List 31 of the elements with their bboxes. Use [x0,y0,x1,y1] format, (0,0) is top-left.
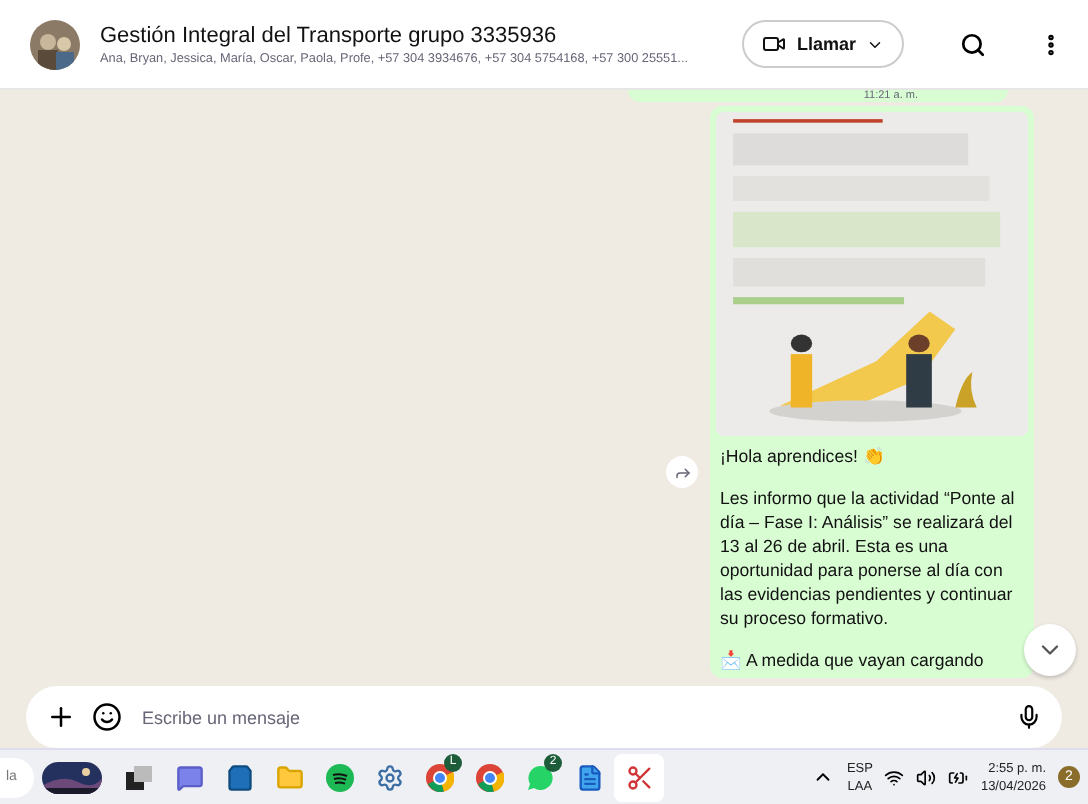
chat-icon [175,763,203,791]
chat-bubble-icon [525,763,553,791]
wifi-icon[interactable] [884,767,905,787]
browser-icon [425,763,453,791]
plus-icon[interactable] [46,702,76,732]
bag-icon [225,763,253,791]
folder-icon [275,763,303,791]
message-text: Les informo que la actividad “Ponte al día – Fase I: Análisis” se realizará del 13 al 26 de abril. Esta es una oportunidad para ponerse al día con las evidencias pendientes y continuar su proceso formativo. [718,486,1017,630]
scroll-down-button[interactable] [1024,624,1076,676]
forward-button[interactable] [666,456,698,488]
message-field[interactable]: Escribe un mensaje [26,686,1062,748]
microphone-icon[interactable] [1016,704,1042,730]
volume-icon[interactable] [916,767,937,787]
group-avatar[interactable] [30,19,80,69]
forward-icon [673,463,691,481]
message-text: ¡Hola aprendices! 👏 [718,444,887,468]
battery-icon[interactable] [948,767,969,787]
sticker-icon[interactable] [92,702,122,732]
browser-icon [475,763,503,791]
search-button[interactable] [960,31,986,57]
scissors-icon [625,763,653,791]
search-icon [960,31,986,57]
group-name: Gestión Integral del Transporte grupo 3335936 [100,23,559,47]
gear-icon [375,763,403,791]
message-text: 📩 A medida que vayan cargando [718,648,986,672]
video-icon [762,32,787,56]
music-icon [325,763,353,791]
message-input[interactable]: Escribe un mensaje [138,705,1000,729]
windows-icon [125,765,153,789]
call-button[interactable]: Llamar [742,20,904,68]
document-icon [575,763,603,791]
